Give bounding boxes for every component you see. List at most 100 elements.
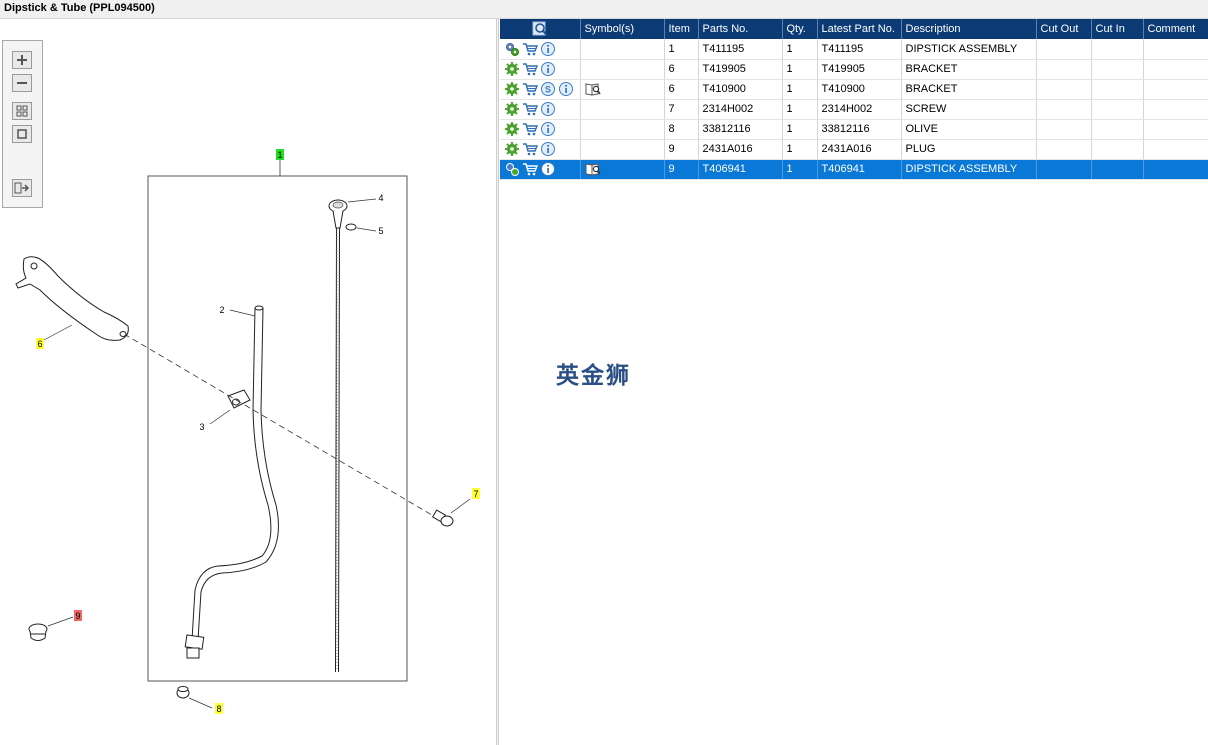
- cell-comment[interactable]: [1143, 159, 1208, 180]
- cell-symbol[interactable]: [580, 119, 665, 140]
- cell-latest-part-no[interactable]: 33812116: [817, 119, 902, 140]
- cell-symbol[interactable]: [580, 79, 665, 100]
- cell-actions[interactable]: [500, 59, 581, 80]
- table-row[interactable]: 9 T406941 1 T406941 DIPSTICK ASSEMBLY: [500, 159, 1208, 180]
- cell-symbol[interactable]: [580, 39, 665, 60]
- callout-2[interactable]: 2: [219, 305, 224, 315]
- fit-page-button[interactable]: [12, 102, 32, 120]
- cell-actions[interactable]: [500, 99, 581, 120]
- cell-description[interactable]: PLUG: [901, 139, 1037, 160]
- cell-part-no[interactable]: T410900: [698, 79, 783, 100]
- cell-symbol[interactable]: [580, 159, 665, 180]
- cell-actions[interactable]: [500, 139, 581, 160]
- parts-illustration[interactable]: 1 2 3 4 5 6 7 8 9: [0, 19, 496, 745]
- cell-cut-in[interactable]: [1091, 59, 1144, 80]
- cell-latest-part-no[interactable]: T406941: [817, 159, 902, 180]
- cell-latest-part-no[interactable]: 2314H002: [817, 99, 902, 120]
- cart-icon[interactable]: [522, 41, 538, 57]
- cell-cut-out[interactable]: [1036, 79, 1092, 100]
- info-icon[interactable]: [540, 61, 556, 77]
- gear-icon[interactable]: [504, 101, 520, 117]
- cell-qty[interactable]: 1: [782, 139, 818, 160]
- zoom-out-button[interactable]: [12, 74, 32, 92]
- gear-icon[interactable]: [504, 161, 520, 177]
- cell-cut-out[interactable]: [1036, 119, 1092, 140]
- cell-part-no[interactable]: 2431A016: [698, 139, 783, 160]
- cell-item[interactable]: 8: [664, 119, 699, 140]
- column-header-comment[interactable]: Comment: [1143, 19, 1208, 39]
- cell-item[interactable]: 1: [664, 39, 699, 60]
- cell-actions[interactable]: S: [500, 79, 581, 100]
- column-header-cut-in[interactable]: Cut In: [1091, 19, 1144, 39]
- cell-cut-in[interactable]: [1091, 39, 1144, 60]
- dipstick-rod[interactable]: [328, 199, 348, 673]
- table-row[interactable]: 1 T411195 1 T411195 DIPSTICK ASSEMBLY: [500, 39, 1208, 60]
- cell-part-no[interactable]: 33812116: [698, 119, 783, 140]
- column-header-qty[interactable]: Qty.: [782, 19, 818, 39]
- cell-description[interactable]: DIPSTICK ASSEMBLY: [901, 159, 1037, 180]
- cell-comment[interactable]: [1143, 39, 1208, 60]
- gears-icon[interactable]: [504, 41, 520, 57]
- callout-1[interactable]: 1: [276, 149, 284, 160]
- cell-latest-part-no[interactable]: T411195: [817, 39, 902, 60]
- cell-item[interactable]: 9: [664, 139, 699, 160]
- callout-3[interactable]: 3: [199, 422, 204, 432]
- callout-4[interactable]: 4: [378, 193, 383, 203]
- cell-part-no[interactable]: 2314H002: [698, 99, 783, 120]
- cell-cut-out[interactable]: [1036, 139, 1092, 160]
- cell-qty[interactable]: 1: [782, 39, 818, 60]
- cart-icon[interactable]: [522, 61, 538, 77]
- actual-size-button[interactable]: [12, 125, 32, 143]
- cell-cut-out[interactable]: [1036, 39, 1092, 60]
- column-header-parts-no[interactable]: Parts No.: [698, 19, 783, 39]
- cell-part-no[interactable]: T419905: [698, 59, 783, 80]
- cell-cut-in[interactable]: [1091, 139, 1144, 160]
- cell-qty[interactable]: 1: [782, 99, 818, 120]
- bracket[interactable]: [15, 256, 129, 341]
- cell-description[interactable]: BRACKET: [901, 79, 1037, 100]
- info-icon[interactable]: [558, 81, 574, 97]
- screw[interactable]: [431, 509, 454, 527]
- callout-8[interactable]: 8: [215, 703, 223, 714]
- cell-comment[interactable]: [1143, 59, 1208, 80]
- column-header-latest-part-no[interactable]: Latest Part No.: [817, 19, 902, 39]
- supersession-icon[interactable]: S: [540, 81, 556, 97]
- cart-icon[interactable]: [522, 101, 538, 117]
- gear-icon[interactable]: [504, 141, 520, 157]
- cell-item[interactable]: 6: [664, 59, 699, 80]
- cell-item[interactable]: 7: [664, 99, 699, 120]
- cell-cut-in[interactable]: [1091, 99, 1144, 120]
- cart-icon[interactable]: [522, 121, 538, 137]
- cart-icon[interactable]: [522, 81, 538, 97]
- cell-qty[interactable]: 1: [782, 79, 818, 100]
- cell-cut-out[interactable]: [1036, 99, 1092, 120]
- cell-symbol[interactable]: [580, 139, 665, 160]
- cell-qty[interactable]: 1: [782, 119, 818, 140]
- table-row[interactable]: S 6 T410900 1 T410900 BRACKET: [500, 79, 1208, 100]
- cell-cut-out[interactable]: [1036, 59, 1092, 80]
- callout-9[interactable]: 9: [74, 610, 82, 621]
- plug[interactable]: [28, 623, 48, 641]
- cell-actions[interactable]: [500, 159, 581, 180]
- cell-qty[interactable]: 1: [782, 59, 818, 80]
- callout-7[interactable]: 7: [472, 488, 480, 499]
- cell-symbol[interactable]: [580, 99, 665, 120]
- dipstick-tube[interactable]: [184, 305, 279, 659]
- cell-cut-out[interactable]: [1036, 159, 1092, 180]
- tube-clip[interactable]: [227, 389, 251, 409]
- cell-description[interactable]: BRACKET: [901, 59, 1037, 80]
- column-header-filter[interactable]: [500, 19, 581, 39]
- cell-qty[interactable]: 1: [782, 159, 818, 180]
- cell-item[interactable]: 6: [664, 79, 699, 100]
- table-row[interactable]: 9 2431A016 1 2431A016 PLUG: [500, 139, 1208, 160]
- callout-6[interactable]: 6: [36, 338, 44, 349]
- cell-description[interactable]: DIPSTICK ASSEMBLY: [901, 39, 1037, 60]
- gear-icon[interactable]: [504, 61, 520, 77]
- cell-comment[interactable]: [1143, 79, 1208, 100]
- cell-latest-part-no[interactable]: T410900: [817, 79, 902, 100]
- cell-cut-in[interactable]: [1091, 119, 1144, 140]
- zoom-in-button[interactable]: [12, 51, 32, 69]
- table-row[interactable]: 8 33812116 1 33812116 OLIVE: [500, 119, 1208, 140]
- book-icon[interactable]: [585, 81, 601, 97]
- cell-description[interactable]: OLIVE: [901, 119, 1037, 140]
